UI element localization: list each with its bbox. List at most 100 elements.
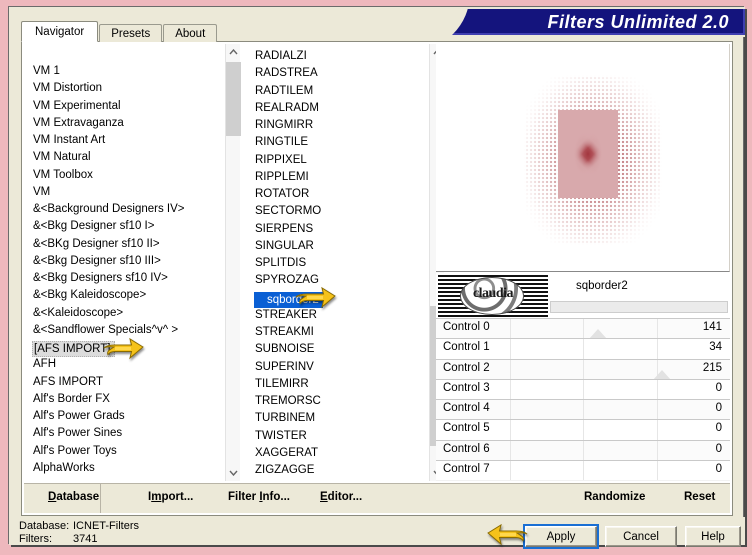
list-item[interactable]: TWISTER [242, 428, 420, 445]
slider-tick [656, 339, 658, 359]
list-item[interactable]: SINGULAR [242, 238, 420, 255]
list-item[interactable]: &<Background Designers IV> [24, 201, 220, 218]
list-item[interactable]: VM Instant Art [24, 132, 220, 149]
list-item[interactable]: VM Extravaganza [24, 115, 220, 132]
category-item-label: Alf's Power Grads [33, 410, 125, 422]
list-item[interactable]: RIPPLEMI [242, 169, 420, 186]
filter-preview[interactable] [436, 44, 730, 272]
list-item[interactable]: VM 1 [24, 63, 220, 80]
category-scroll-up-icon[interactable] [226, 44, 241, 60]
list-item[interactable]: RADSTREA [242, 65, 420, 82]
list-item[interactable]: &<Bkg Designers sf10 IV> [24, 270, 220, 287]
list-item[interactable]: Alf's Power Sines [24, 425, 220, 442]
list-item[interactable]: &<Bkg Designer sf10 III> [24, 253, 220, 270]
filters-count: 3741 [73, 533, 98, 545]
slider-tick [583, 339, 584, 359]
list-item[interactable]: REALRADM [242, 100, 420, 117]
category-item-label: Alf's Border FX [33, 392, 110, 405]
list-item[interactable]: AlphaWorks [24, 460, 220, 477]
tab-strip: Navigator Presets About [21, 21, 218, 42]
list-item[interactable]: SECTORMO [242, 203, 420, 220]
list-item[interactable]: SUPERINV [242, 359, 420, 376]
list-item[interactable]: VM Natural [24, 149, 220, 166]
database-status: Database: ICNET-Filters [19, 520, 139, 532]
database-button[interactable]: Database [48, 491, 99, 503]
filter-item-label: RINGTILE [255, 136, 309, 149]
filter-name-list[interactable]: RADIALZI RADSTREA RADTILEM REALRADM RINGMIRR… [242, 44, 420, 481]
list-item[interactable]: AFS IMPORT [24, 374, 220, 391]
filter-category-list[interactable]: VM 1 VM Distortion VM Experimental VM Extra… [24, 44, 220, 481]
list-item[interactable]: TURBINEM [242, 410, 420, 427]
category-item-label: &<Bkg Designers sf10 IV> [33, 272, 168, 284]
list-item[interactable]: &<Bkg Kaleidoscope> [24, 287, 220, 304]
slider-tick [656, 461, 658, 481]
panel-button-bar: Database Import... Filter Info... Editor… [24, 483, 730, 513]
control-slider-row[interactable]: Control 2 215 [436, 358, 730, 379]
list-item[interactable]: RINGTILE [242, 134, 420, 151]
slider-tick [509, 420, 511, 440]
list-item[interactable]: RADTILEM [242, 83, 420, 100]
control-slider-row[interactable]: Control 7 0 [436, 460, 730, 481]
control-slider-row[interactable]: Control 3 0 [436, 378, 730, 400]
import-button[interactable]: Import... [148, 491, 193, 503]
list-item[interactable]: TILEMIRR [242, 376, 420, 393]
tab-navigator[interactable]: Navigator [21, 21, 99, 42]
control-slider-row[interactable]: Control 6 0 [436, 439, 730, 461]
list-item[interactable]: Alf's Power Toys [24, 443, 220, 460]
list-item[interactable]: TREMORSC [242, 393, 420, 410]
category-scroll-thumb[interactable] [226, 62, 241, 136]
list-item[interactable]: ROTATOR [242, 186, 420, 203]
filter-info-button[interactable]: Filter Info... [228, 491, 290, 503]
category-item-label: VM Extravaganza [33, 116, 124, 129]
list-item[interactable]: SPLITDIS [242, 255, 420, 272]
control-slider-row[interactable]: Control 1 34 [436, 338, 730, 359]
category-item-label: AFS IMPORT [33, 375, 104, 388]
slider-tick [656, 400, 658, 420]
category-item-label: Alf's Power Toys [33, 444, 117, 457]
help-button[interactable]: Help [685, 526, 741, 547]
list-item[interactable]: STREAKMI [242, 324, 420, 341]
category-list-scrollbar[interactable] [225, 44, 241, 481]
slider-tick [509, 400, 511, 420]
tab-presets[interactable]: Presets [99, 24, 163, 42]
control-slider-row[interactable]: Control 5 0 [436, 419, 730, 440]
list-item[interactable]: Alf's Power Grads [24, 408, 220, 425]
apply-button[interactable]: Apply [523, 524, 599, 549]
category-item-label: &<Background Designers IV> [33, 203, 185, 215]
slider-tick [583, 420, 584, 440]
list-item[interactable]: VM Experimental [24, 98, 220, 115]
list-item[interactable]: VM Distortion [24, 80, 220, 97]
slider-thumb[interactable] [653, 369, 672, 379]
list-item[interactable]: &<Kaleidoscope> [24, 305, 220, 322]
control-slider-row[interactable]: Control 0 141 [436, 318, 730, 339]
cancel-button[interactable]: Cancel [605, 526, 677, 547]
list-item[interactable]: SUBNOISE [242, 341, 420, 358]
category-scroll-down-icon[interactable] [226, 465, 241, 481]
list-item[interactable]: &<Bkg Designer sf10 I> [24, 218, 220, 235]
filter-item-label: ZIGZAGGE [255, 464, 315, 476]
preset-progress-bar[interactable] [550, 301, 728, 313]
control-label: Control 3 [443, 381, 490, 394]
filter-item-label: RINGMIRR [255, 119, 314, 131]
category-list-items: VM 1 VM Distortion VM Experimental VM Extra… [24, 63, 220, 477]
list-item[interactable]: RIPPIXEL [242, 152, 420, 169]
list-item[interactable]: Alf's Border FX [24, 391, 220, 408]
list-item[interactable]: ZIGZAGGE [242, 462, 420, 479]
reset-button[interactable]: Reset [684, 491, 715, 503]
editor-button[interactable]: Editor... [320, 491, 362, 503]
tab-about[interactable]: About [163, 24, 218, 42]
control-value: 0 [715, 402, 722, 415]
list-item[interactable]: SIERPENS [242, 221, 420, 238]
slider-thumb[interactable] [588, 329, 607, 339]
list-item[interactable]: &<BKg Designer sf10 II> [24, 236, 220, 253]
list-item[interactable]: VM Toolbox [24, 167, 220, 184]
filter-item-label: XAGGERAT [255, 446, 319, 459]
list-item[interactable]: VM [24, 184, 220, 201]
controls-panel: claudia sqborder2 Control 0 141 Control 1 3… [436, 273, 730, 481]
list-item[interactable]: XAGGERAT [242, 445, 420, 462]
navigator-panel: VM 1 VM Distortion VM Experimental VM Extra… [21, 41, 733, 516]
list-item[interactable]: RADIALZI [242, 48, 420, 65]
control-slider-row[interactable]: Control 4 0 [436, 399, 730, 420]
list-item[interactable]: RINGMIRR [242, 117, 420, 134]
randomize-button[interactable]: Randomize [584, 491, 645, 503]
